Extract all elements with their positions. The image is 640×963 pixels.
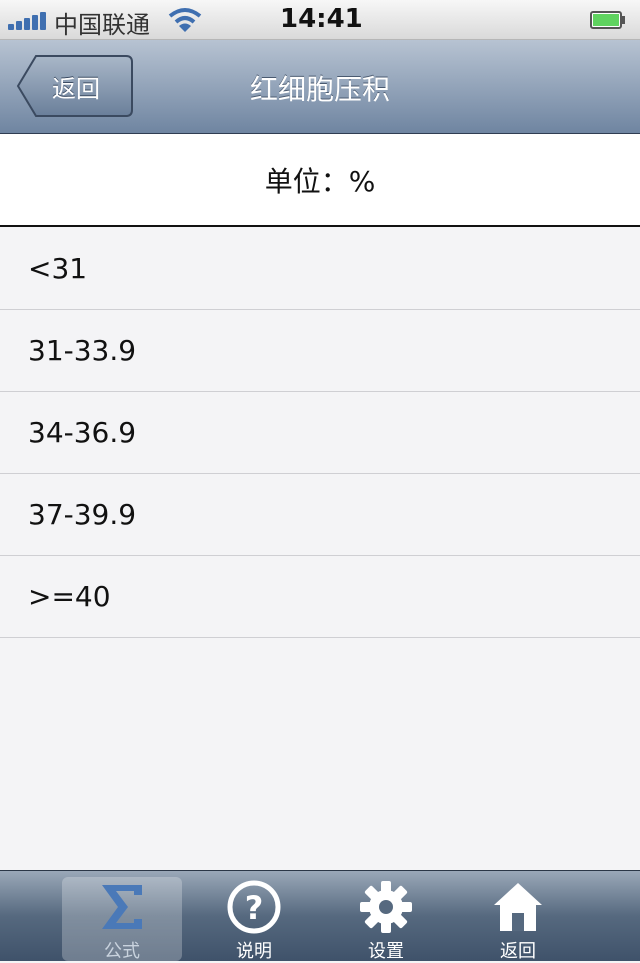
wifi-icon <box>168 8 202 32</box>
list-item[interactable]: 34-36.9 <box>0 392 640 474</box>
tab-formula[interactable]: 公式 <box>62 877 182 962</box>
home-icon <box>494 883 542 931</box>
unit-header: 单位：% <box>0 134 640 227</box>
clock: 14:41 <box>280 4 363 34</box>
tab-label: 返回 <box>500 941 536 962</box>
status-bar: 中国联通 14:41 <box>0 0 640 40</box>
list-item[interactable]: 31-33.9 <box>0 310 640 392</box>
battery-icon <box>590 11 625 29</box>
list-item[interactable]: >=40 <box>0 556 640 638</box>
page-title: 红细胞压积 <box>249 73 390 106</box>
tab-back[interactable]: 返回 <box>458 877 578 962</box>
tab-help[interactable]: ? 说明 <box>194 877 314 962</box>
tab-label: 设置 <box>368 941 404 962</box>
carrier-name: 中国联通 <box>54 11 150 39</box>
help-icon: ? <box>227 880 281 934</box>
list-item[interactable]: 37-39.9 <box>0 474 640 556</box>
sigma-icon <box>102 885 142 929</box>
tab-bar: 公式 ? 说明 设置 返回 <box>0 870 640 962</box>
range-list: <31 31-33.9 34-36.9 37-39.9 >=40 <box>0 228 640 638</box>
list-item[interactable]: <31 <box>0 228 640 310</box>
gear-icon <box>360 881 412 933</box>
tab-settings[interactable]: 设置 <box>326 877 446 962</box>
svg-text:?: ? <box>245 889 264 927</box>
signal-strength-icon <box>8 12 48 30</box>
navigation-bar: 返回 红细胞压积 <box>0 40 640 134</box>
tab-label: 说明 <box>236 941 272 962</box>
tab-label: 公式 <box>104 941 140 962</box>
